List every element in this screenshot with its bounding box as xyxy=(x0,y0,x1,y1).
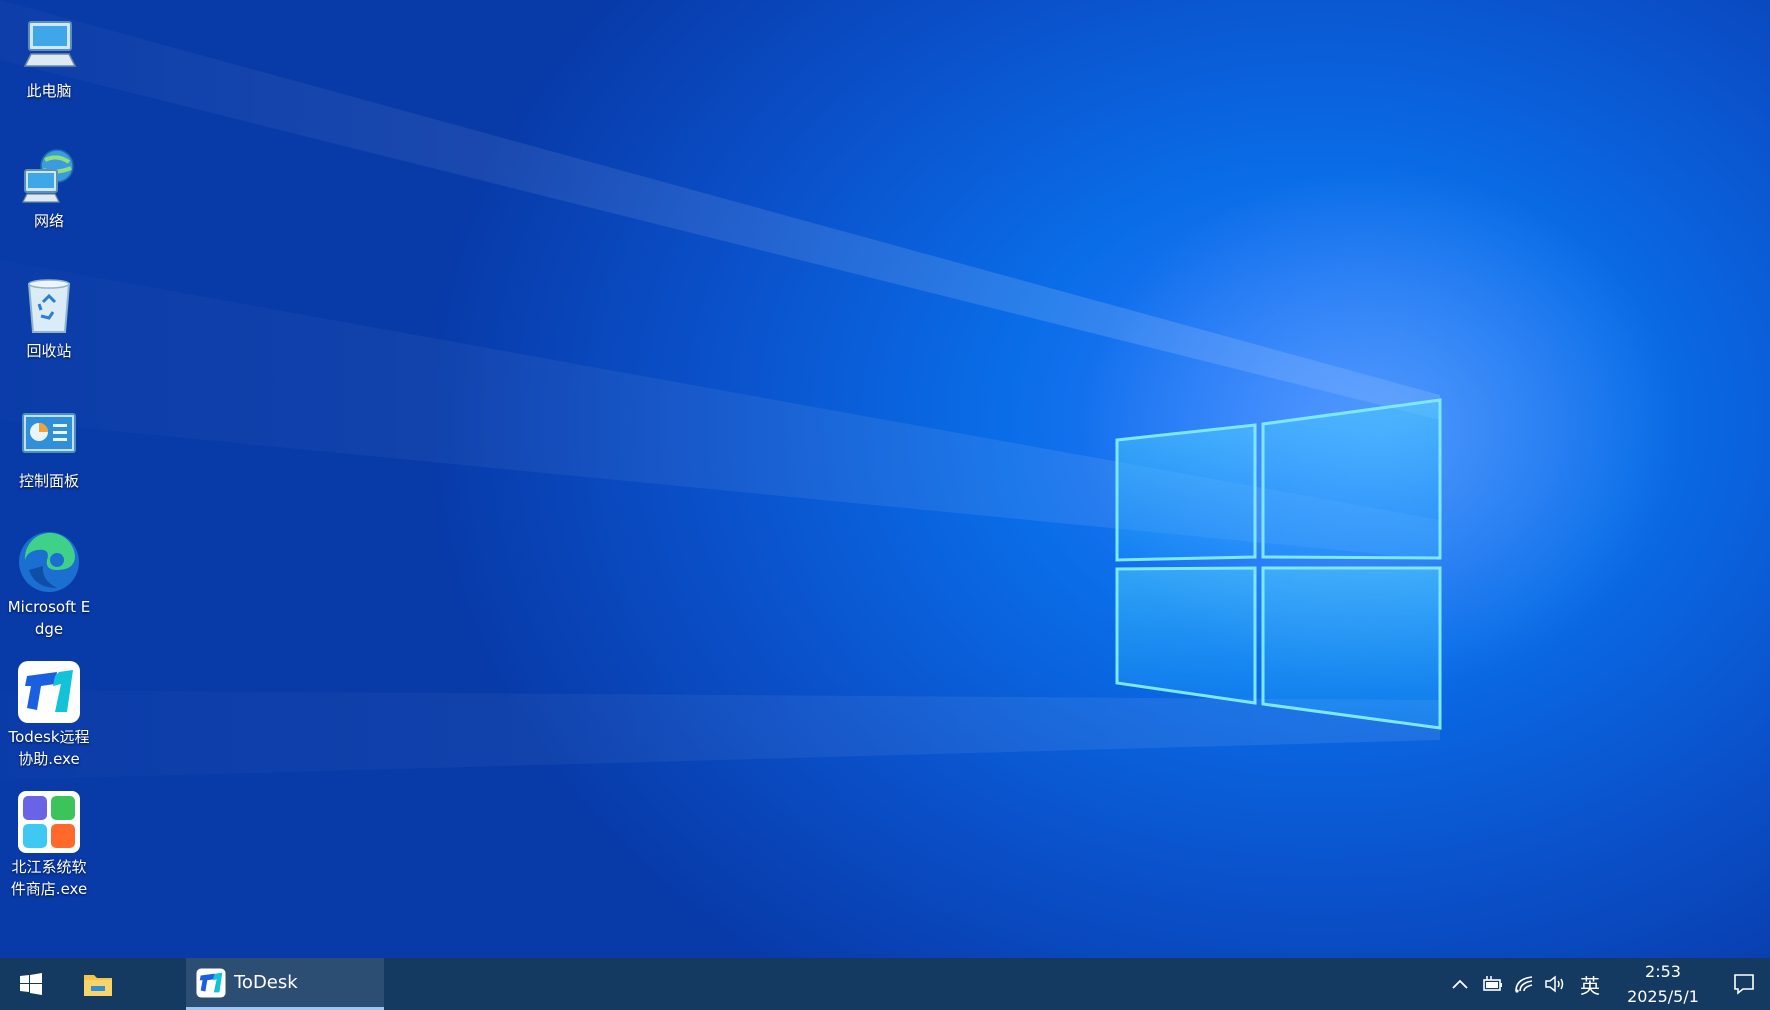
desktop-icon-label: 控制面板 xyxy=(18,472,79,490)
windows-logo-wallpaper xyxy=(1115,398,1442,730)
battery-button[interactable] xyxy=(1476,958,1508,1010)
taskbar-app-label: ToDesk xyxy=(234,972,298,993)
todesk-icon xyxy=(196,967,226,998)
desktop-icon-label: 网络 xyxy=(33,212,64,230)
notification-icon xyxy=(1734,974,1754,995)
network-icon xyxy=(17,144,81,208)
volume-button[interactable] xyxy=(1540,958,1572,1010)
edge-icon xyxy=(17,530,81,594)
start-button[interactable] xyxy=(0,958,62,1010)
speaker-icon xyxy=(1545,975,1564,993)
desktop-icon-label: Microsoft Edge xyxy=(7,598,91,638)
chevron-up-icon xyxy=(1452,979,1468,989)
windows-logo-icon xyxy=(20,973,42,995)
action-center-button[interactable] xyxy=(1718,958,1770,1010)
desktop-icon-todesk[interactable]: Todesk远程协助.exe xyxy=(6,660,92,770)
clock[interactable]: 2:53 2025/5/1 xyxy=(1608,959,1718,1009)
desktop-icon-label: 此电脑 xyxy=(26,82,72,100)
app-store-icon xyxy=(17,790,81,854)
desktop-icon-label: 北江系统软件商店.exe xyxy=(10,858,88,898)
todesk-icon xyxy=(17,660,81,724)
file-explorer-button[interactable] xyxy=(62,958,134,1010)
desktop-icon-recycle-bin[interactable]: 回收站 xyxy=(6,274,92,362)
taskbar-app-todesk[interactable]: ToDesk xyxy=(186,958,384,1010)
taskbar: ToDesk 英 2:53 2025/5/1 xyxy=(0,958,1770,1010)
wifi-icon xyxy=(1515,976,1533,993)
show-hidden-icons-button[interactable] xyxy=(1444,958,1476,1010)
desktop-icon-label: Todesk远程协助.exe xyxy=(8,728,90,768)
wallpaper xyxy=(0,0,1680,780)
input-method-indicator[interactable]: 英 xyxy=(1572,958,1608,1010)
folder-icon xyxy=(84,975,112,996)
desktop-icon-edge[interactable]: Microsoft Edge xyxy=(6,530,92,640)
desktop-icon-network[interactable]: 网络 xyxy=(6,144,92,232)
battery-plug-icon xyxy=(1483,976,1502,991)
clock-date: 2025/5/1 xyxy=(1627,987,1699,1006)
network-tray-button[interactable] xyxy=(1508,958,1540,1010)
system-tray: 英 2:53 2025/5/1 xyxy=(1444,958,1770,1010)
desktop-icon-control-panel[interactable]: 控制面板 xyxy=(6,404,92,492)
desktop-icon-this-pc[interactable]: 此电脑 xyxy=(6,14,92,102)
clock-time: 2:53 xyxy=(1645,962,1681,981)
recycle-bin-icon xyxy=(17,274,81,338)
this-pc-icon xyxy=(17,14,81,78)
desktop-icon-label: 回收站 xyxy=(26,342,72,360)
control-panel-icon xyxy=(17,404,81,468)
desktop-icon-app-store[interactable]: 北江系统软件商店.exe xyxy=(6,790,92,900)
